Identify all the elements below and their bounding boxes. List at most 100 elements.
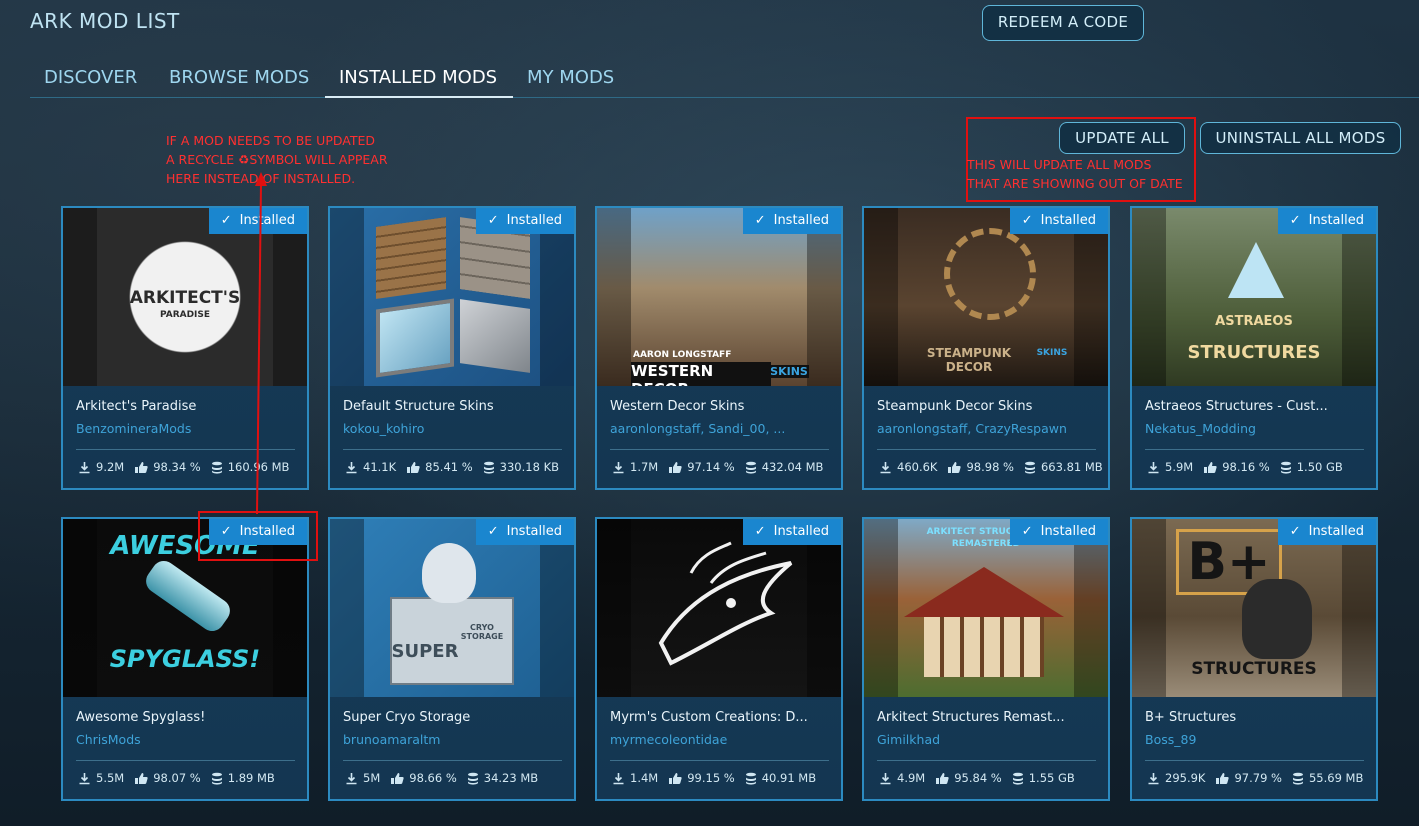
mod-card[interactable]: ARKITECT'S PARADISE ✓ Installed Arkitect's P…: [61, 206, 309, 490]
annotation-line: THIS WILL UPDATE ALL MODS: [967, 157, 1152, 172]
mod-card[interactable]: ✓ Installed Myrm's Custom Creations: D... m…: [595, 517, 843, 801]
thumbs-up-icon: [669, 772, 682, 784]
installed-label: Installed: [1040, 213, 1096, 228]
mod-thumbnail[interactable]: STEAMPUNK DECOR SKINS ✓ Installed: [864, 208, 1108, 386]
rating-stat: 99.15 %: [668, 771, 735, 785]
thumbnail-side-shade: [1132, 519, 1166, 697]
installed-badge: ✓ Installed: [1277, 208, 1376, 234]
redeem-code-button[interactable]: REDEEM A CODE: [982, 5, 1144, 41]
mod-card[interactable]: SUPER CRYO STORAGE ✓ Installed Super Cryo St…: [328, 517, 576, 801]
mod-name[interactable]: Western Decor Skins: [610, 399, 835, 414]
rating-stat: 98.07 %: [134, 771, 201, 785]
dodo-art: [422, 543, 476, 603]
mod-name[interactable]: Myrm's Custom Creations: D...: [610, 710, 835, 725]
tab-discover[interactable]: DISCOVER: [44, 67, 137, 88]
ark-logo-art: [1228, 242, 1284, 298]
thumb-art-subtext: CRYO STORAGE: [460, 623, 504, 641]
thumbnail-side-shade: [1074, 519, 1108, 697]
mod-thumbnail[interactable]: ASTRAEOS STRUCTURES ✓ Installed: [1132, 208, 1376, 386]
rating-stat: 98.34 %: [134, 460, 201, 474]
tab-installed-mods[interactable]: INSTALLED MODS: [339, 67, 497, 88]
mod-name[interactable]: Default Structure Skins: [343, 399, 568, 414]
checkmark-icon: ✓: [220, 213, 232, 228]
mod-card[interactable]: B+ STRUCTURES ✓ Installed B+ Structures Boss_…: [1130, 517, 1378, 801]
wood-panel-art: [376, 217, 446, 299]
mod-thumbnail[interactable]: ✓ Installed: [330, 208, 574, 386]
mod-author[interactable]: Gimilkhad: [877, 732, 1102, 747]
card-divider: [877, 449, 1096, 450]
uninstall-all-mods-button[interactable]: UNINSTALL ALL MODS: [1200, 122, 1401, 154]
tab-my-mods[interactable]: MY MODS: [527, 67, 614, 88]
download-icon: [346, 461, 357, 473]
mod-name[interactable]: Arkitect's Paradise: [76, 399, 301, 414]
storage-icon: [211, 772, 222, 785]
download-icon: [79, 772, 90, 784]
downloads-value: 460.6K: [897, 460, 938, 474]
downloads-stat: 5.5M: [78, 771, 124, 785]
annotation-line: IF A MOD NEEDS TO BE UPDATED: [166, 133, 376, 148]
mod-stats: 295.9K 97.79 % 55.69 MB: [1147, 771, 1373, 788]
card-divider: [1145, 449, 1364, 450]
mod-name[interactable]: Steampunk Decor Skins: [877, 399, 1102, 414]
recycle-annotation: IF A MOD NEEDS TO BE UPDATED A RECYCLE ♻…: [166, 131, 388, 188]
mod-name[interactable]: Astraeos Structures - Cust...: [1145, 399, 1370, 414]
mod-name[interactable]: Awesome Spyglass!: [76, 710, 301, 725]
mod-card[interactable]: ASTRAEOS STRUCTURES ✓ Installed Astraeos Str…: [1130, 206, 1378, 490]
thumbnail-side-shade: [330, 208, 364, 386]
storage-icon: [211, 461, 222, 474]
thumbnail-side-shade: [1342, 519, 1376, 697]
downloads-stat: 5M: [345, 771, 380, 785]
storage-icon: [467, 772, 478, 785]
mod-name[interactable]: B+ Structures: [1145, 710, 1370, 725]
mod-author[interactable]: ChrisMods: [76, 732, 301, 747]
mod-author[interactable]: kokou_kohiro: [343, 421, 568, 436]
creature-art: [1242, 579, 1312, 659]
rating-value: 98.34 %: [153, 460, 201, 474]
downloads-value: 295.9K: [1165, 771, 1206, 785]
mod-thumbnail[interactable]: ✓ Installed: [597, 519, 841, 697]
mod-thumbnail[interactable]: SUPER CRYO STORAGE ✓ Installed: [330, 519, 574, 697]
mod-author[interactable]: Nekatus_Modding: [1145, 421, 1370, 436]
thumbs-up-icon: [948, 461, 962, 473]
card-divider: [877, 760, 1096, 761]
house-roof-art: [904, 567, 1064, 617]
downloads-stat: 295.9K: [1147, 771, 1205, 785]
mod-name[interactable]: Arkitect Structures Remast...: [877, 710, 1102, 725]
mod-thumbnail[interactable]: ARKITECT STRUCTURES REMASTERED ✓ Installed: [864, 519, 1108, 697]
mod-thumbnail[interactable]: AARON LONGSTAFF WESTERN DECORSKINS ✓ Instal…: [597, 208, 841, 386]
mod-author[interactable]: Boss_89: [1145, 732, 1370, 747]
thumbs-up-icon: [669, 461, 682, 473]
mod-thumbnail[interactable]: B+ STRUCTURES ✓ Installed: [1132, 519, 1376, 697]
size-stat: 1.55 GB: [1012, 771, 1075, 785]
downloads-stat: 41.1K: [345, 460, 396, 474]
storage-icon: [483, 461, 494, 474]
downloads-stat: 1.7M: [612, 460, 658, 474]
size-value: 1.89 MB: [227, 771, 275, 785]
mod-stats: 41.1K 85.41 % 330.18 KB: [345, 460, 569, 477]
mod-author[interactable]: brunoamaraltm: [343, 732, 568, 747]
mod-author[interactable]: aaronlongstaff, Sandi_00, ...: [610, 421, 835, 436]
mod-author[interactable]: myrmecoleontidae: [610, 732, 835, 747]
thumb-art-subtext: ASTRAEOS: [1215, 314, 1293, 329]
mod-card[interactable]: ARKITECT STRUCTURES REMASTERED ✓ Installed A…: [862, 517, 1110, 801]
rating-stat: 95.84 %: [935, 771, 1002, 785]
mod-card[interactable]: AARON LONGSTAFF WESTERN DECORSKINS ✓ Instal…: [595, 206, 843, 490]
thumb-art-subtext: SPYGLASS!: [109, 645, 261, 673]
mod-card[interactable]: STEAMPUNK DECOR SKINS ✓ Installed Steampunk …: [862, 206, 1110, 490]
mod-stats: 1.4M 99.15 % 40.91 MB: [612, 771, 826, 788]
update-annotation: THIS WILL UPDATE ALL MODS THAT ARE SHOWI…: [967, 155, 1183, 193]
thumbnail-side-shade: [540, 208, 574, 386]
card-divider: [343, 760, 562, 761]
installed-badge: ✓ Installed: [475, 519, 574, 545]
mod-thumbnail[interactable]: ARKITECT'S PARADISE ✓ Installed: [63, 208, 307, 386]
thumbs-up-icon: [135, 461, 148, 473]
mod-author[interactable]: aaronlongstaff, CrazyRespawn: [877, 421, 1102, 436]
installed-label: Installed: [506, 524, 562, 539]
mod-stats: 4.9M 95.84 % 1.55 GB: [879, 771, 1085, 788]
storage-icon: [745, 772, 756, 785]
tab-browse-mods[interactable]: BROWSE MODS: [169, 67, 309, 88]
mod-author[interactable]: BenzomineraMods: [76, 421, 301, 436]
mod-card[interactable]: ✓ Installed Default Structure Skins kokou_k…: [328, 206, 576, 490]
size-value: 40.91 MB: [761, 771, 817, 785]
mod-name[interactable]: Super Cryo Storage: [343, 710, 568, 725]
